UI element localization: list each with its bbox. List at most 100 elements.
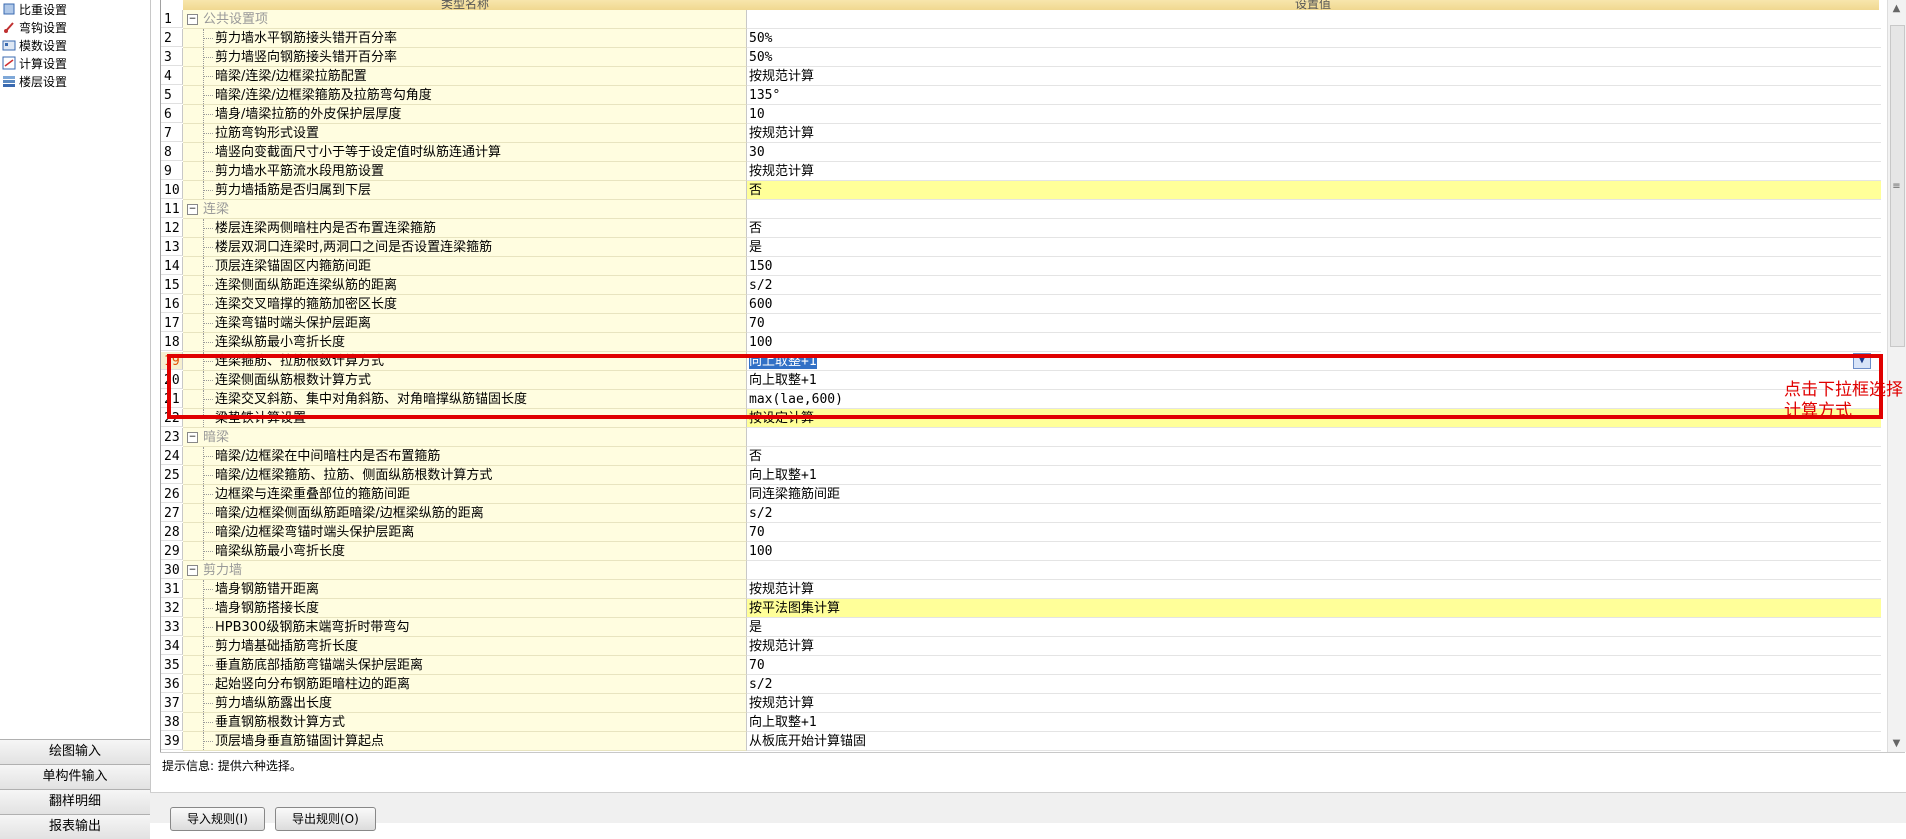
setting-name-cell[interactable]: 楼层连梁两侧暗柱内是否布置连梁箍筋	[183, 219, 747, 238]
table-row[interactable]: 31 墙身钢筋错开距离 按规范计算	[161, 580, 1881, 599]
table-row[interactable]: 24 暗梁/边框梁在中间暗柱内是否布置箍筋 否	[161, 447, 1881, 466]
setting-name-cell[interactable]: 连梁纵筋最小弯折长度	[183, 333, 747, 352]
setting-name-cell[interactable]: 连梁弯锚时端头保护层距离	[183, 314, 747, 333]
setting-value-cell[interactable]: 是	[747, 238, 1881, 257]
setting-name-cell[interactable]: 剪力墙基础插筋弯折长度	[183, 637, 747, 656]
setting-value-cell[interactable]	[747, 428, 1881, 447]
setting-name-cell[interactable]: 暗梁/边框梁箍筋、拉筋、侧面纵筋根数计算方式	[183, 466, 747, 485]
setting-value-cell[interactable]: 按规范计算	[747, 580, 1881, 599]
setting-value-cell[interactable]: 按设定计算	[747, 409, 1881, 428]
setting-name-cell[interactable]: 墙身钢筋错开距离	[183, 580, 747, 599]
collapse-toggle-icon[interactable]: −	[187, 204, 198, 215]
table-row[interactable]: 5 暗梁/连梁/边框梁箍筋及拉筋弯勾角度 135°	[161, 86, 1881, 105]
setting-name-cell[interactable]: 墙竖向变截面尺寸小于等于设定值时纵筋连通计算	[183, 143, 747, 162]
table-row[interactable]: 2 剪力墙水平钢筋接头错开百分率 50%	[161, 29, 1881, 48]
setting-name-cell[interactable]: 边框梁与连梁重叠部位的箍筋间距	[183, 485, 747, 504]
group-row[interactable]: 23− 暗梁	[161, 428, 1881, 447]
setting-value-cell[interactable]: 70	[747, 656, 1881, 675]
table-row[interactable]: 13 楼层双洞口连梁时,两洞口之间是否设置连梁箍筋 是	[161, 238, 1881, 257]
group-row[interactable]: 11− 连梁	[161, 200, 1881, 219]
setting-value-cell[interactable]: 否	[747, 181, 1881, 200]
setting-name-cell[interactable]: 剪力墙水平钢筋接头错开百分率	[183, 29, 747, 48]
setting-value-cell[interactable]: 否	[747, 447, 1881, 466]
group-row[interactable]: 30− 剪力墙	[161, 561, 1881, 580]
tree-item[interactable]: 模数设置	[2, 36, 67, 54]
table-row[interactable]: 10 剪力墙插筋是否归属到下层 否	[161, 181, 1881, 200]
setting-name-cell[interactable]: 起始竖向分布钢筋距暗柱边的距离	[183, 675, 747, 694]
table-row[interactable]: 8 墙竖向变截面尺寸小于等于设定值时纵筋连通计算 30	[161, 143, 1881, 162]
table-row[interactable]: 33 HPB300级钢筋末端弯折时带弯勾 是	[161, 618, 1881, 637]
setting-value-cell[interactable]: s/2	[747, 675, 1881, 694]
value-dropdown[interactable]: 向上取整+1 ▼	[747, 352, 1881, 371]
setting-value-cell[interactable]: 向上取整+1	[747, 713, 1881, 732]
table-row[interactable]: 14 顶层连梁锚固区内箍筋间距 150	[161, 257, 1881, 276]
setting-value-cell[interactable]: 100	[747, 542, 1881, 561]
setting-name-cell[interactable]: 暗梁/连梁/边框梁拉筋配置	[183, 67, 747, 86]
setting-value-cell[interactable]: 按规范计算	[747, 694, 1881, 713]
table-row[interactable]: 39 顶层墙身垂直筋锚固计算起点 从板底开始计算锚固	[161, 732, 1881, 751]
setting-name-cell[interactable]: HPB300级钢筋末端弯折时带弯勾	[183, 618, 747, 637]
setting-value-cell[interactable]: 10	[747, 105, 1881, 124]
table-row[interactable]: 4 暗梁/连梁/边框梁拉筋配置 按规范计算	[161, 67, 1881, 86]
setting-value-cell[interactable]: 向上取整+1	[747, 466, 1881, 485]
setting-name-cell[interactable]: 楼层双洞口连梁时,两洞口之间是否设置连梁箍筋	[183, 238, 747, 257]
setting-value-cell[interactable]: 按规范计算	[747, 124, 1881, 143]
setting-name-cell[interactable]: 拉筋弯钩形式设置	[183, 124, 747, 143]
setting-name-cell[interactable]: 连梁侧面纵筋根数计算方式	[183, 371, 747, 390]
table-row[interactable]: 25 暗梁/边框梁箍筋、拉筋、侧面纵筋根数计算方式 向上取整+1	[161, 466, 1881, 485]
table-row[interactable]: 7 拉筋弯钩形式设置 按规范计算	[161, 124, 1881, 143]
setting-name-cell[interactable]: 剪力墙竖向钢筋接头错开百分率	[183, 48, 747, 67]
table-row[interactable]: 18 连梁纵筋最小弯折长度 100	[161, 333, 1881, 352]
setting-value-cell[interactable]: s/2	[747, 276, 1881, 295]
table-row[interactable]: 35 垂直筋底部插筋弯锚端头保护层距离 70	[161, 656, 1881, 675]
left-nav-button[interactable]: 报表输出	[0, 814, 150, 839]
setting-name-cell[interactable]: 梁垫铁计算设置	[183, 409, 747, 428]
table-row[interactable]: 36 起始竖向分布钢筋距暗柱边的距离 s/2	[161, 675, 1881, 694]
setting-name-cell[interactable]: 暗梁纵筋最小弯折长度	[183, 542, 747, 561]
setting-name-cell[interactable]: 剪力墙插筋是否归属到下层	[183, 181, 747, 200]
setting-value-cell[interactable]: 50%	[747, 48, 1881, 67]
group-row[interactable]: 1− 公共设置项	[161, 10, 1881, 29]
setting-value-cell[interactable]: 600	[747, 295, 1881, 314]
import-rules-button[interactable]: 导入规则(I)	[170, 807, 265, 831]
setting-value-cell[interactable]: 按平法图集计算	[747, 599, 1881, 618]
table-row[interactable]: 38 垂直钢筋根数计算方式 向上取整+1	[161, 713, 1881, 732]
tree-item[interactable]: 计算设置	[2, 54, 67, 72]
setting-name-cell[interactable]: 剪力墙纵筋露出长度	[183, 694, 747, 713]
setting-name-cell[interactable]: 墙身/墙梁拉筋的外皮保护层厚度	[183, 105, 747, 124]
collapse-toggle-icon[interactable]: −	[187, 432, 198, 443]
setting-name-cell[interactable]: 剪力墙水平筋流水段甩筋设置	[183, 162, 747, 181]
setting-value-cell[interactable]	[747, 10, 1881, 29]
setting-name-cell[interactable]: 暗梁/连梁/边框梁箍筋及拉筋弯勾角度	[183, 86, 747, 105]
setting-name-cell[interactable]: − 剪力墙	[183, 561, 747, 580]
setting-name-cell[interactable]: 顶层墙身垂直筋锚固计算起点	[183, 732, 747, 751]
setting-name-cell[interactable]: 连梁侧面纵筋距连梁纵筋的距离	[183, 276, 747, 295]
table-row[interactable]: 37 剪力墙纵筋露出长度 按规范计算	[161, 694, 1881, 713]
tree-item[interactable]: 楼层设置	[2, 72, 67, 90]
setting-name-cell[interactable]: 暗梁/边框梁侧面纵筋距暗梁/边框梁纵筋的距离	[183, 504, 747, 523]
left-nav-button[interactable]: 绘图输入	[0, 739, 150, 764]
setting-name-cell[interactable]: − 暗梁	[183, 428, 747, 447]
table-row[interactable]: 32 墙身钢筋搭接长度 按平法图集计算	[161, 599, 1881, 618]
table-row[interactable]: 15 连梁侧面纵筋距连梁纵筋的距离 s/2	[161, 276, 1881, 295]
setting-value-cell[interactable]: 是	[747, 618, 1881, 637]
table-row[interactable]: 9 剪力墙水平筋流水段甩筋设置 按规范计算	[161, 162, 1881, 181]
scroll-up-icon[interactable]: ▲	[1890, 2, 1903, 15]
setting-value-cell[interactable]: 从板底开始计算锚固	[747, 732, 1881, 751]
setting-value-cell[interactable]: 按规范计算	[747, 67, 1881, 86]
table-row[interactable]: 17 连梁弯锚时端头保护层距离 70	[161, 314, 1881, 333]
setting-name-cell[interactable]: 连梁交叉斜筋、集中对角斜筋、对角暗撑纵筋锚固长度	[183, 390, 747, 409]
setting-name-cell[interactable]: 暗梁/边框梁在中间暗柱内是否布置箍筋	[183, 447, 747, 466]
setting-value-cell[interactable]: 否	[747, 219, 1881, 238]
table-row[interactable]: 19 连梁箍筋、拉筋根数计算方式 向上取整+1 ▼	[161, 352, 1881, 371]
export-rules-button[interactable]: 导出规则(O)	[275, 807, 376, 831]
setting-value-cell[interactable]	[747, 561, 1881, 580]
tree-item[interactable]: 弯钩设置	[2, 18, 67, 36]
setting-value-cell[interactable]: 150	[747, 257, 1881, 276]
table-row[interactable]: 21 连梁交叉斜筋、集中对角斜筋、对角暗撑纵筋锚固长度 max(lae,600)	[161, 390, 1881, 409]
scroll-down-icon[interactable]: ▼	[1890, 737, 1903, 750]
vertical-scrollbar[interactable]: ▲ ≡ ▼	[1887, 0, 1906, 752]
setting-value-cell[interactable]: 按规范计算	[747, 637, 1881, 656]
table-row[interactable]: 16 连梁交叉暗撑的箍筋加密区长度 600	[161, 295, 1881, 314]
setting-name-cell[interactable]: 墙身钢筋搭接长度	[183, 599, 747, 618]
